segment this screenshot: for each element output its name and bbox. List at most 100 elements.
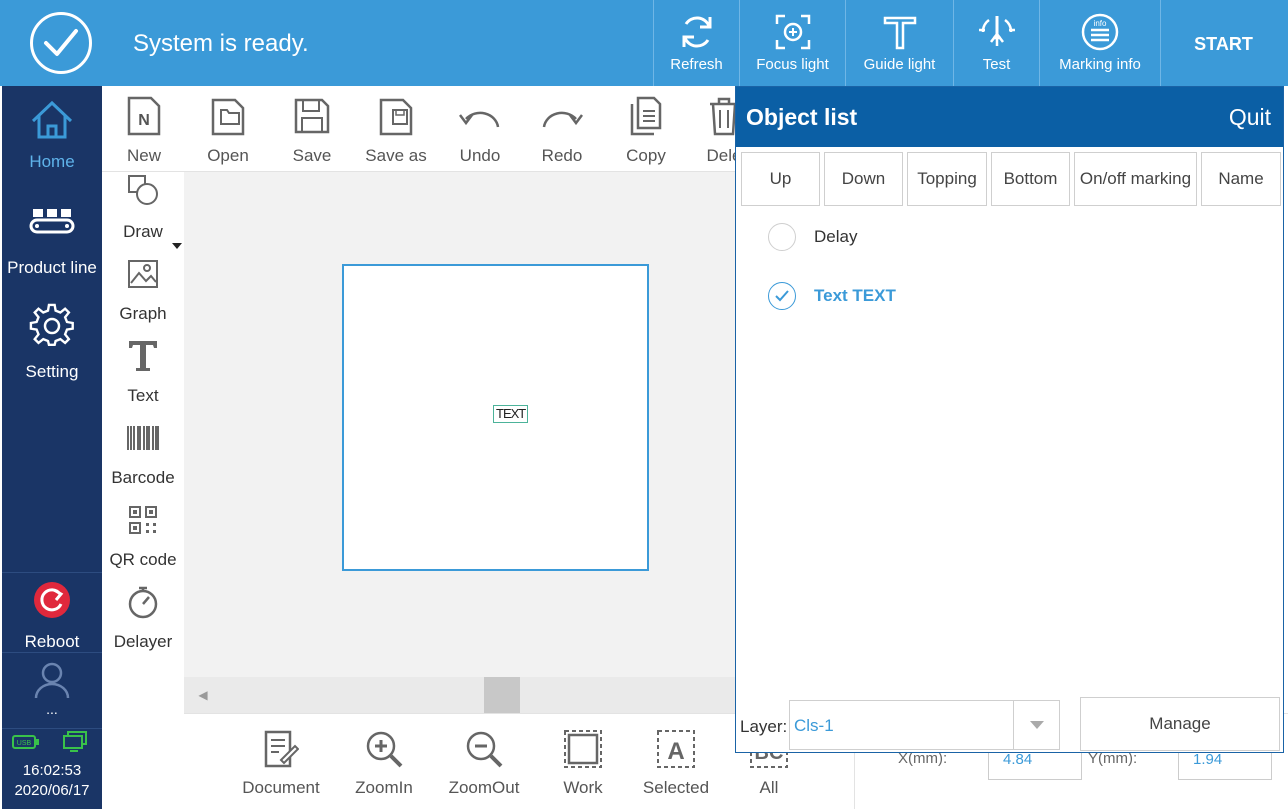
list-item[interactable]: Text TEXT — [768, 282, 896, 310]
draw-dropdown-arrow-icon[interactable] — [172, 243, 182, 249]
object-list-title: Object list — [746, 104, 858, 130]
work-view-button[interactable]: Work — [533, 726, 633, 798]
sidebar-divider — [2, 572, 102, 573]
zoom-out-button[interactable]: ZoomOut — [434, 726, 534, 798]
quit-button[interactable]: Quit — [1229, 104, 1271, 131]
redo-label: Redo — [541, 146, 583, 165]
move-up-button[interactable]: Up — [741, 152, 820, 206]
onoff-marking-button[interactable]: On/off marking — [1074, 152, 1197, 206]
delayer-tool[interactable]: Delayer — [102, 582, 184, 652]
user-name: ... — [46, 701, 58, 717]
save-label: Save — [292, 146, 332, 165]
graph-label: Graph — [119, 304, 167, 323]
open-button[interactable]: Open — [186, 92, 270, 166]
scroll-left-icon[interactable]: ◀ — [184, 677, 222, 713]
guide-light-label: Guide light — [863, 56, 936, 73]
list-item[interactable]: Delay — [768, 223, 857, 251]
draw-tool[interactable]: Draw — [102, 172, 184, 242]
test-button[interactable]: Test — [953, 0, 1039, 86]
refresh-label: Refresh — [670, 56, 723, 73]
undo-button[interactable]: Undo — [438, 92, 522, 166]
move-down-button[interactable]: Down — [824, 152, 903, 206]
text-object[interactable]: TEXT — [493, 405, 529, 423]
save-button[interactable]: Save — [270, 92, 354, 166]
usb-icon: USB — [12, 734, 40, 755]
sidebar-home-label: Home — [29, 152, 75, 171]
new-file-icon: N — [102, 92, 186, 140]
focus-light-button[interactable]: Focus light — [739, 0, 845, 86]
redo-button[interactable]: Redo — [520, 92, 604, 166]
text-tool[interactable]: Text — [102, 336, 184, 406]
svg-text:N: N — [138, 112, 150, 129]
refresh-button[interactable]: Refresh — [653, 0, 739, 86]
copy-icon — [604, 92, 688, 140]
test-icon — [954, 12, 1039, 52]
gear-icon — [2, 302, 102, 350]
sidebar-item-home[interactable]: Home — [2, 96, 102, 172]
selected-view-button[interactable]: A Selected — [626, 726, 726, 798]
clock-time: 16:02:53 — [22, 762, 82, 779]
draw-label: Draw — [123, 222, 163, 241]
manage-button[interactable]: Manage — [1080, 697, 1280, 751]
qr-code-icon — [102, 500, 184, 540]
copy-button[interactable]: Copy — [604, 92, 688, 166]
selected-object-icon: A — [626, 726, 726, 772]
marking-area[interactable]: TEXT — [342, 264, 649, 571]
barcode-icon — [102, 418, 184, 458]
chevron-down-icon[interactable] — [1013, 701, 1059, 749]
save-as-button[interactable]: Save as — [354, 92, 438, 166]
zoom-out-icon — [434, 726, 534, 772]
document-icon — [231, 726, 331, 772]
ready-check-icon — [30, 12, 92, 74]
barcode-label: Barcode — [111, 468, 175, 487]
zoom-in-label: ZoomIn — [355, 778, 413, 797]
sidebar-item-setting[interactable]: Setting — [2, 302, 102, 382]
topping-button[interactable]: Topping — [907, 152, 987, 206]
reboot-icon — [2, 576, 102, 624]
scrollbar-thumb[interactable] — [484, 677, 520, 713]
sidebar-product-line-label: Product line — [7, 258, 97, 277]
home-icon — [2, 96, 102, 144]
marking-info-label: Marking info — [1059, 56, 1141, 73]
test-label: Test — [982, 56, 1011, 73]
zoom-in-icon — [334, 726, 434, 772]
graph-tool[interactable]: Graph — [102, 254, 184, 324]
reboot-button[interactable]: Reboot — [2, 576, 102, 652]
rename-button[interactable]: Name — [1201, 152, 1281, 206]
app-window: System is ready. Refresh Focus light Gui… — [0, 0, 1288, 809]
list-item-label: Delay — [814, 227, 858, 246]
barcode-tool[interactable]: Barcode — [102, 418, 184, 488]
status-message: System is ready. — [133, 30, 309, 57]
svg-text:info: info — [1094, 19, 1107, 28]
layer-value: Cls-1 — [794, 716, 834, 735]
user-account[interactable]: ... — [2, 658, 102, 716]
svg-text:USB: USB — [17, 740, 32, 747]
new-button[interactable]: N New — [102, 92, 186, 166]
zoom-in-button[interactable]: ZoomIn — [334, 726, 434, 798]
redo-icon — [520, 92, 604, 140]
design-canvas[interactable]: TEXT — [184, 172, 736, 677]
undo-icon — [438, 92, 522, 140]
save-as-icon — [354, 92, 438, 140]
save-as-label: Save as — [365, 146, 427, 165]
sidebar: Home Product line Setting Reboot ... USB… — [2, 86, 102, 809]
horizontal-scrollbar[interactable]: ◀ — [184, 677, 736, 713]
text-label: Text — [127, 386, 159, 405]
selected-label: Selected — [642, 778, 710, 797]
layer-select[interactable]: Cls-1 — [789, 700, 1060, 750]
bottom-button[interactable]: Bottom — [991, 152, 1070, 206]
marking-info-button[interactable]: info Marking info — [1039, 0, 1160, 86]
top-bar: System is ready. Refresh Focus light Gui… — [0, 0, 1288, 86]
start-button[interactable]: START — [1160, 0, 1286, 86]
sidebar-item-product-line[interactable]: Product line — [2, 198, 102, 278]
work-label: Work — [563, 778, 603, 797]
check-circle-icon[interactable] — [768, 282, 796, 310]
open-label: Open — [207, 146, 249, 165]
guide-light-button[interactable]: Guide light — [845, 0, 953, 86]
qr-code-tool[interactable]: QR code — [102, 500, 184, 570]
document-button[interactable]: Document — [231, 726, 331, 798]
object-list-panel: Object list Quit Up Down Topping Bottom … — [735, 86, 1284, 753]
zoom-out-label: ZoomOut — [448, 778, 520, 797]
unchecked-radio-icon[interactable] — [768, 223, 796, 251]
new-label: New — [126, 146, 161, 165]
